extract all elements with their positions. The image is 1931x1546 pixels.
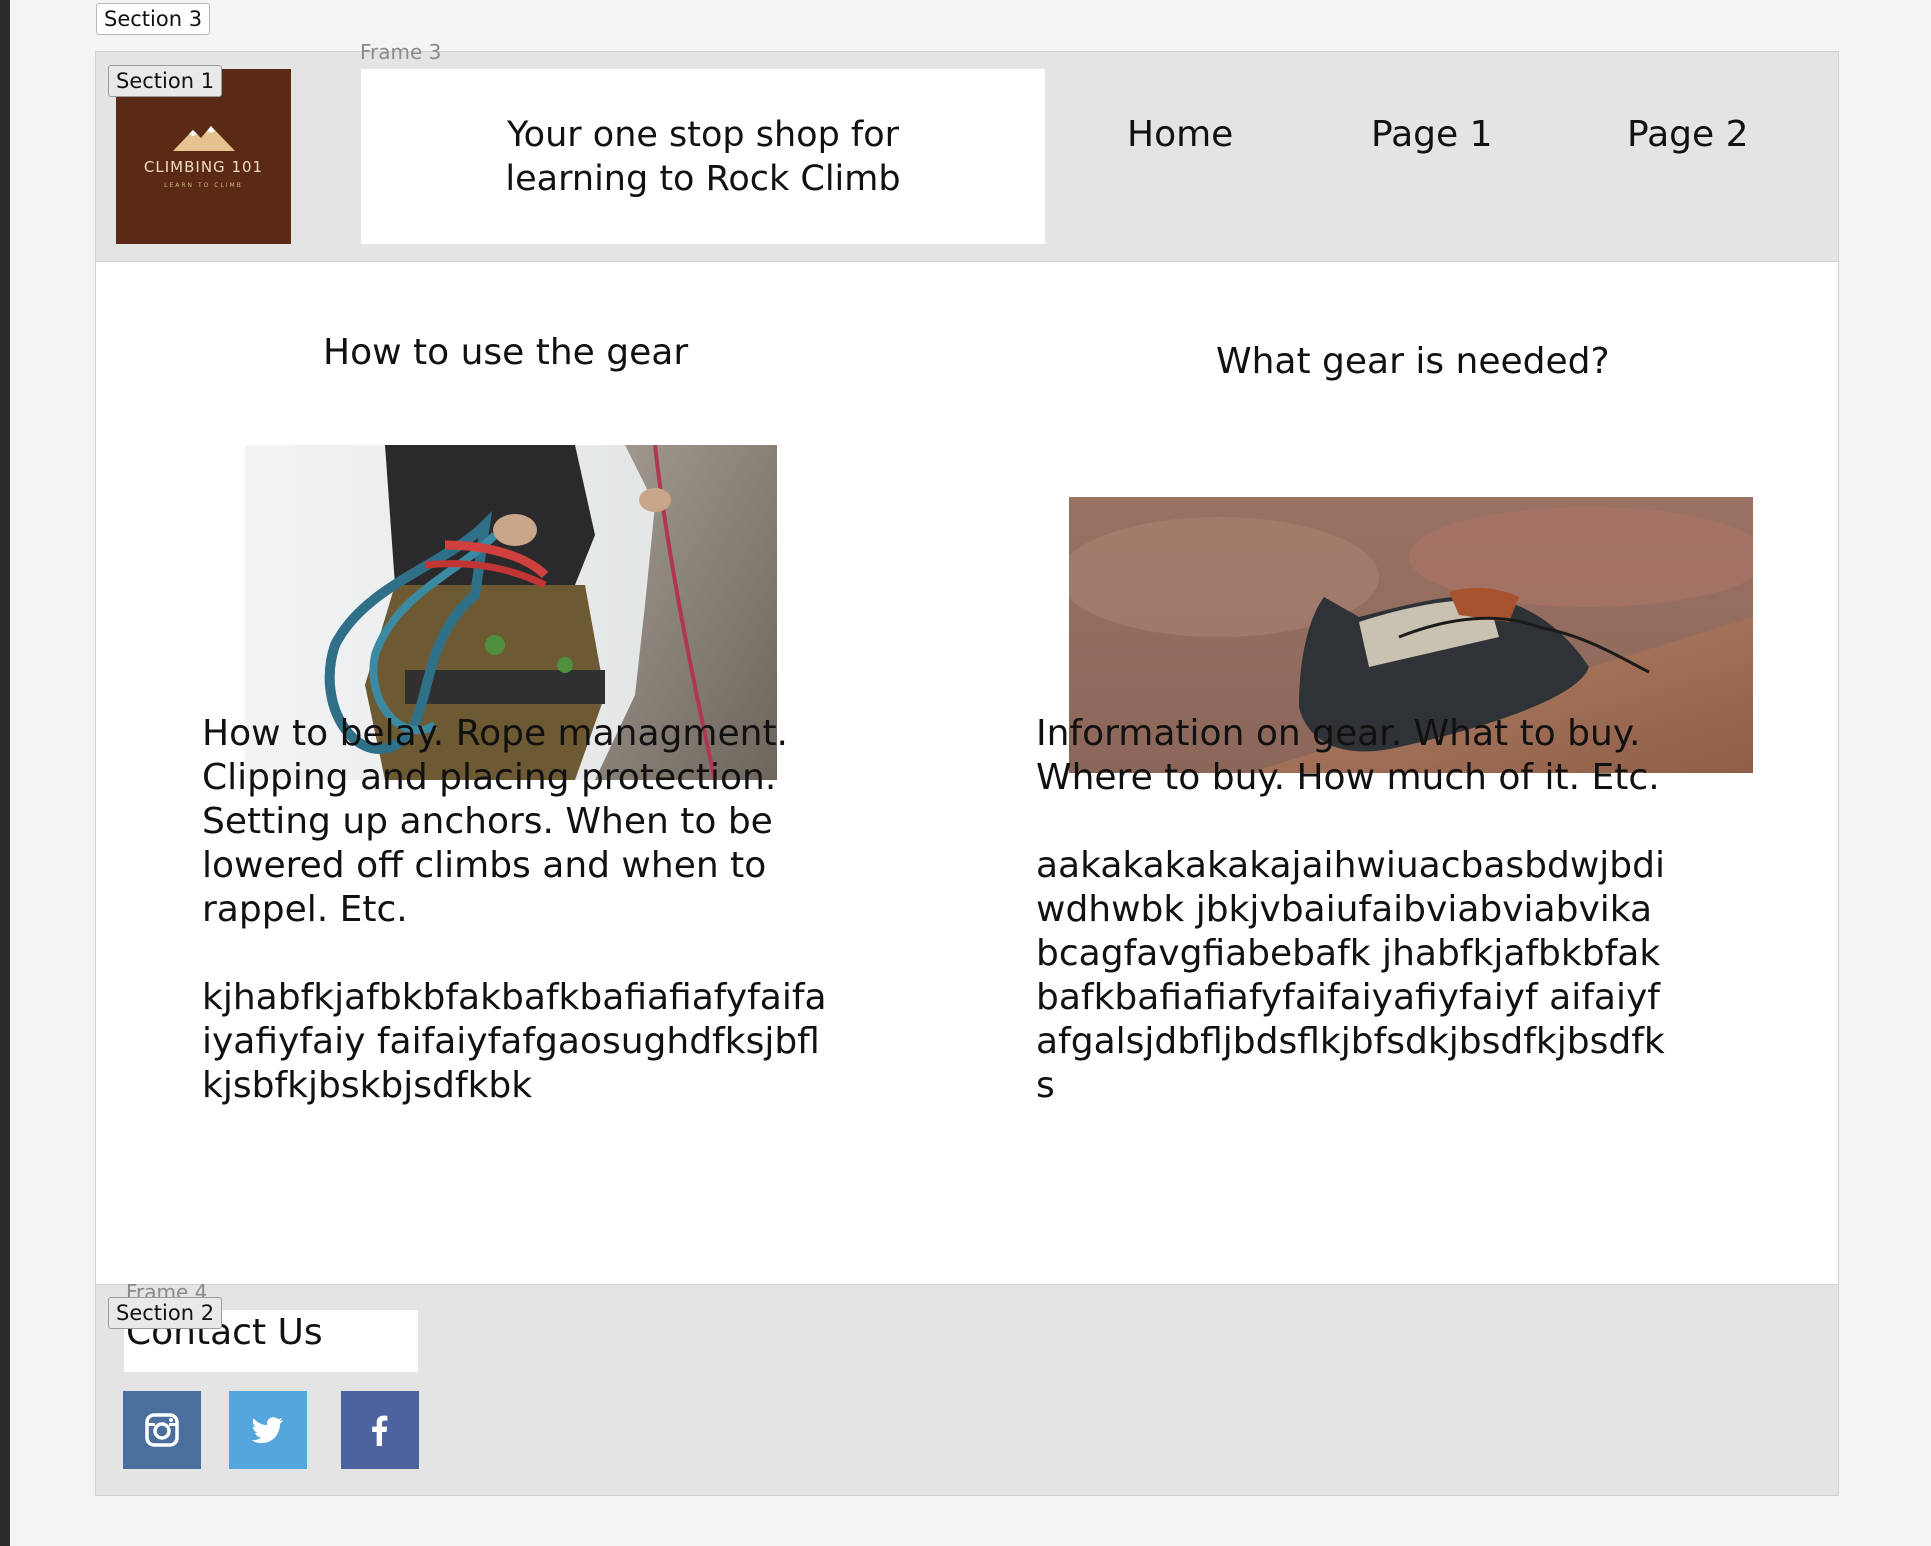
design-canvas: Section 3 Frame 3 CLIMBING 101 LEARN TO … <box>0 0 1931 1546</box>
nav-home[interactable]: Home <box>1127 114 1233 155</box>
logo-title: CLIMBING 101 <box>143 158 264 176</box>
nav-page-2[interactable]: Page 2 <box>1627 114 1749 155</box>
section-3-label[interactable]: Section 3 <box>96 3 211 35</box>
twitter-button[interactable] <box>229 1391 307 1469</box>
what-gear-heading: What gear is needed? <box>1216 341 1610 382</box>
twitter-icon <box>251 1417 283 1444</box>
left-paragraph-1: How to belay. Rope managment. Clipping a… <box>202 713 789 930</box>
main-content: How to use the gear What gear is needed? <box>95 262 1839 1284</box>
section-2-label[interactable]: Section 2 <box>108 1297 223 1329</box>
nav-page-1[interactable]: Page 1 <box>1371 114 1493 155</box>
right-paragraph-1: Information on gear. What to buy. Where … <box>1036 713 1660 798</box>
left-panel-edge <box>0 0 10 1546</box>
left-body-text: How to belay. Rope managment. Clipping a… <box>202 712 827 1108</box>
facebook-button[interactable] <box>341 1391 419 1469</box>
logo-subtitle: LEARN TO CLIMB <box>164 182 243 189</box>
right-paragraph-2: aakakakakakajaihwiuacbasbdwjbdiwdhwbk jb… <box>1036 845 1666 1106</box>
mountain-icon <box>172 126 235 151</box>
instagram-button[interactable] <box>123 1391 201 1469</box>
site-footer: Contact Us <box>95 1284 1839 1496</box>
facebook-icon <box>372 1415 388 1446</box>
how-to-use-heading: How to use the gear <box>323 332 689 373</box>
right-body-text: Information on gear. What to buy. Where … <box>1036 712 1671 1108</box>
site-header: CLIMBING 101 LEARN TO CLIMB Your one sto… <box>95 51 1839 262</box>
site-tagline: Your one stop shop for learning to Rock … <box>505 114 901 199</box>
instagram-icon <box>145 1413 179 1447</box>
section-1-label[interactable]: Section 1 <box>108 65 223 97</box>
frame-3-label[interactable]: Frame 3 <box>360 40 441 64</box>
left-paragraph-2: kjhabfkjafbkbfakbafkbafiafiafyfaifaiyafi… <box>202 977 827 1106</box>
tagline-frame: Your one stop shop for learning to Rock … <box>361 69 1045 244</box>
